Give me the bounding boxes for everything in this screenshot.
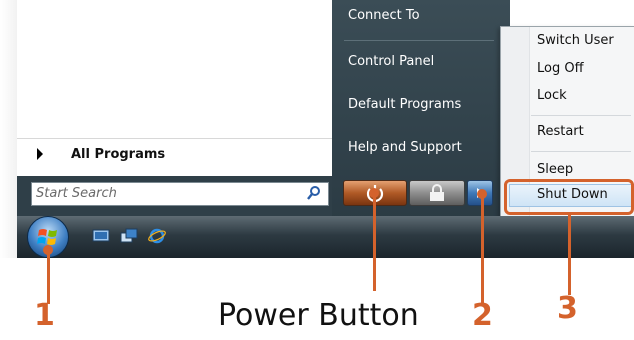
callout-1-line (47, 250, 50, 304)
menu-item-control-panel[interactable]: Control Panel (348, 54, 434, 69)
callout-2-line (481, 194, 484, 304)
callout-3-label: 3 (557, 291, 578, 326)
callout-3-line (568, 215, 571, 295)
menu-item-connect-to[interactable]: Connect To (348, 8, 420, 23)
show-desktop-icon[interactable] (92, 228, 110, 244)
search-icon[interactable] (306, 185, 322, 201)
menu-item-help-and-support[interactable]: Help and Support (348, 140, 462, 155)
menu-item-default-programs[interactable]: Default Programs (348, 97, 461, 112)
left-edge-shadow (0, 0, 17, 258)
menu-item-log-off[interactable]: Log Off (537, 61, 584, 76)
divider (344, 40, 494, 41)
search-band: Start Search (17, 176, 339, 216)
start-search-input[interactable]: Start Search (31, 182, 329, 206)
search-placeholder: Start Search (36, 186, 117, 201)
menu-item-lock[interactable]: Lock (537, 88, 567, 103)
expand-arrow-icon (37, 148, 43, 160)
lock-button[interactable] (409, 180, 465, 206)
menu-item-switch-user[interactable]: Switch User (537, 33, 614, 48)
lock-icon (430, 184, 444, 201)
all-programs-item[interactable]: All Programs (17, 138, 332, 171)
switch-windows-icon[interactable] (120, 228, 138, 244)
vista-start-menu-illustration: All Programs Start Search Connect To Con… (0, 0, 634, 340)
callout-2-label: 2 (472, 298, 493, 333)
start-menu-programs-pane: All Programs (17, 0, 333, 176)
internet-explorer-icon[interactable] (148, 228, 166, 244)
power-button-caption: Power Button (218, 298, 419, 333)
divider (531, 115, 631, 116)
menu-item-sleep[interactable]: Sleep (537, 162, 573, 177)
menu-item-restart[interactable]: Restart (537, 124, 584, 139)
shut-down-callout-box (504, 179, 634, 215)
all-programs-label: All Programs (71, 147, 166, 162)
callout-power-line (373, 193, 376, 291)
callout-1-label: 1 (34, 298, 55, 333)
divider (531, 151, 631, 152)
